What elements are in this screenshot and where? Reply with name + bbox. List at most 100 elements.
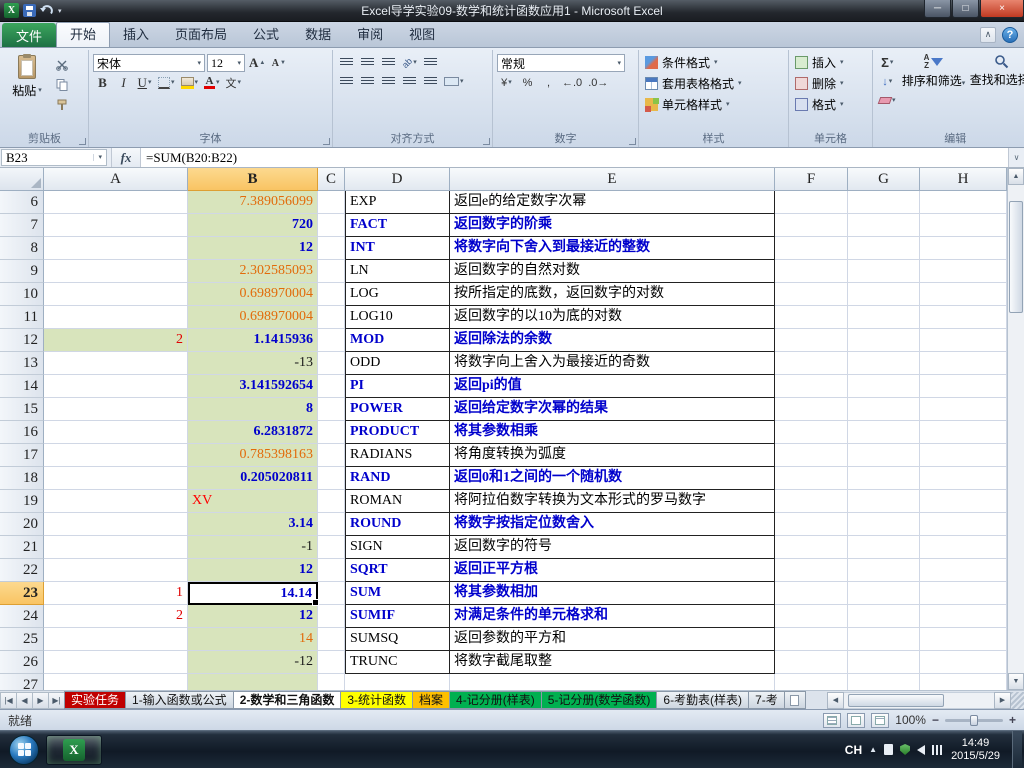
cell-D12[interactable]: MOD — [345, 329, 450, 352]
fill-button[interactable]: ↓ ▾ — [877, 73, 898, 90]
last-sheet-button[interactable]: ▶| — [48, 691, 65, 709]
cell-F23[interactable] — [775, 582, 848, 605]
close-button[interactable]: × — [980, 0, 1024, 18]
increase-indent-button[interactable] — [421, 73, 440, 90]
cell-H11[interactable] — [920, 306, 1007, 329]
cell-D11[interactable]: LOG10 — [345, 306, 450, 329]
cell-A9[interactable] — [44, 260, 188, 283]
ribbon-tab-数据[interactable]: 数据 — [292, 23, 344, 47]
column-header-E[interactable]: E — [450, 168, 775, 191]
name-box[interactable]: B23 ▾ — [1, 149, 107, 166]
ribbon-tab-页面布局[interactable]: 页面布局 — [162, 23, 240, 47]
cell-G15[interactable] — [848, 398, 920, 421]
cell-F22[interactable] — [775, 559, 848, 582]
cell-C9[interactable] — [318, 260, 345, 283]
cell-G22[interactable] — [848, 559, 920, 582]
scroll-right-icon[interactable]: ▶ — [994, 691, 1011, 709]
cell-F10[interactable] — [775, 283, 848, 306]
row-header-16[interactable]: 16 — [0, 421, 44, 444]
expand-formula-bar-icon[interactable]: ∨ — [1008, 148, 1024, 167]
cell-G14[interactable] — [848, 375, 920, 398]
cell-B19[interactable]: XV — [188, 490, 318, 513]
cell-E14[interactable]: 返回pi的值 — [450, 375, 775, 398]
column-header-A[interactable]: A — [44, 168, 188, 191]
cell-F16[interactable] — [775, 421, 848, 444]
cell-G13[interactable] — [848, 352, 920, 375]
row-header-11[interactable]: 11 — [0, 306, 44, 329]
cell-H6[interactable] — [920, 191, 1007, 214]
column-header-F[interactable]: F — [775, 168, 848, 191]
cell-B18[interactable]: 0.205020811 — [188, 467, 318, 490]
clipboard-dialog-launcher[interactable] — [79, 138, 86, 145]
cell-D6[interactable]: EXP — [345, 191, 450, 214]
clear-button[interactable]: ▾ — [877, 92, 898, 109]
underline-button[interactable]: U ▾ — [135, 74, 154, 91]
ribbon-tab-开始[interactable]: 开始 — [56, 22, 111, 47]
cell-E21[interactable]: 返回数字的符号 — [450, 536, 775, 559]
cell-F24[interactable] — [775, 605, 848, 628]
row-header-15[interactable]: 15 — [0, 398, 44, 421]
cell-H22[interactable] — [920, 559, 1007, 582]
cell-H12[interactable] — [920, 329, 1007, 352]
cell-B15[interactable]: 8 — [188, 398, 318, 421]
ribbon-tab-公式[interactable]: 公式 — [240, 23, 292, 47]
cell-B6[interactable]: 7.389056099 — [188, 191, 318, 214]
ribbon-tab-审阅[interactable]: 审阅 — [344, 23, 396, 47]
borders-button[interactable]: ▾ — [156, 74, 177, 91]
ribbon-tab-插入[interactable]: 插入 — [110, 23, 162, 47]
cell-A19[interactable] — [44, 490, 188, 513]
cell-B26[interactable]: -12 — [188, 651, 318, 674]
cell-F25[interactable] — [775, 628, 848, 651]
volume-icon[interactable] — [917, 744, 926, 755]
cell-E17[interactable]: 将角度转换为弧度 — [450, 444, 775, 467]
cell-G6[interactable] — [848, 191, 920, 214]
cell-G11[interactable] — [848, 306, 920, 329]
sort-filter-button[interactable]: AZ 排序和筛选▾ — [902, 52, 966, 132]
scroll-left-icon[interactable]: ◀ — [827, 691, 844, 709]
cell-A18[interactable] — [44, 467, 188, 490]
wrap-text-button[interactable] — [421, 54, 440, 71]
cell-D21[interactable]: SIGN — [345, 536, 450, 559]
format-painter-button[interactable] — [52, 96, 71, 113]
zoom-out-button[interactable]: − — [932, 713, 939, 727]
show-desktop-button[interactable] — [1012, 730, 1022, 768]
cell-H26[interactable] — [920, 651, 1007, 674]
cell-H19[interactable] — [920, 490, 1007, 513]
phonetic-button[interactable]: 文 ▾ — [224, 74, 244, 91]
delete-cells-button[interactable]: 删除 ▾ — [793, 73, 868, 94]
cell-G19[interactable] — [848, 490, 920, 513]
row-header-14[interactable]: 14 — [0, 375, 44, 398]
cell-B17[interactable]: 0.785398163 — [188, 444, 318, 467]
cell-B16[interactable]: 6.2831872 — [188, 421, 318, 444]
comma-style-button[interactable]: , — [539, 74, 558, 91]
cell-D13[interactable]: ODD — [345, 352, 450, 375]
zoom-in-button[interactable]: + — [1009, 713, 1016, 727]
cell-D7[interactable]: FACT — [345, 214, 450, 237]
cell-A14[interactable] — [44, 375, 188, 398]
cell-D17[interactable]: RADIANS — [345, 444, 450, 467]
cell-E18[interactable]: 返回0和1之间的一个随机数 — [450, 467, 775, 490]
first-sheet-button[interactable]: |◀ — [0, 691, 17, 709]
cell-G12[interactable] — [848, 329, 920, 352]
row-header-24[interactable]: 24 — [0, 605, 44, 628]
cell-A20[interactable] — [44, 513, 188, 536]
number-format-select[interactable]: 常规 ▾ — [497, 54, 625, 72]
horizontal-scroll-thumb[interactable] — [848, 693, 944, 707]
paste-button[interactable]: 粘贴 ▾ — [5, 52, 49, 132]
cell-G27[interactable] — [848, 674, 920, 690]
row-header-17[interactable]: 17 — [0, 444, 44, 467]
find-select-button[interactable]: 查找和选择▾ — [970, 52, 1024, 132]
cell-C23[interactable] — [318, 582, 345, 605]
cell-G18[interactable] — [848, 467, 920, 490]
cell-B21[interactable]: -1 — [188, 536, 318, 559]
cell-F15[interactable] — [775, 398, 848, 421]
cell-A15[interactable] — [44, 398, 188, 421]
cell-B22[interactable]: 12 — [188, 559, 318, 582]
insert-cells-button[interactable]: 插入 ▾ — [793, 52, 868, 73]
sheet-tab-3-统计函数[interactable]: 3-统计函数 — [340, 691, 414, 709]
cell-D18[interactable]: RAND — [345, 467, 450, 490]
row-header-10[interactable]: 10 — [0, 283, 44, 306]
cell-A24[interactable]: 2 — [44, 605, 188, 628]
cell-B20[interactable]: 3.14 — [188, 513, 318, 536]
cell-C22[interactable] — [318, 559, 345, 582]
